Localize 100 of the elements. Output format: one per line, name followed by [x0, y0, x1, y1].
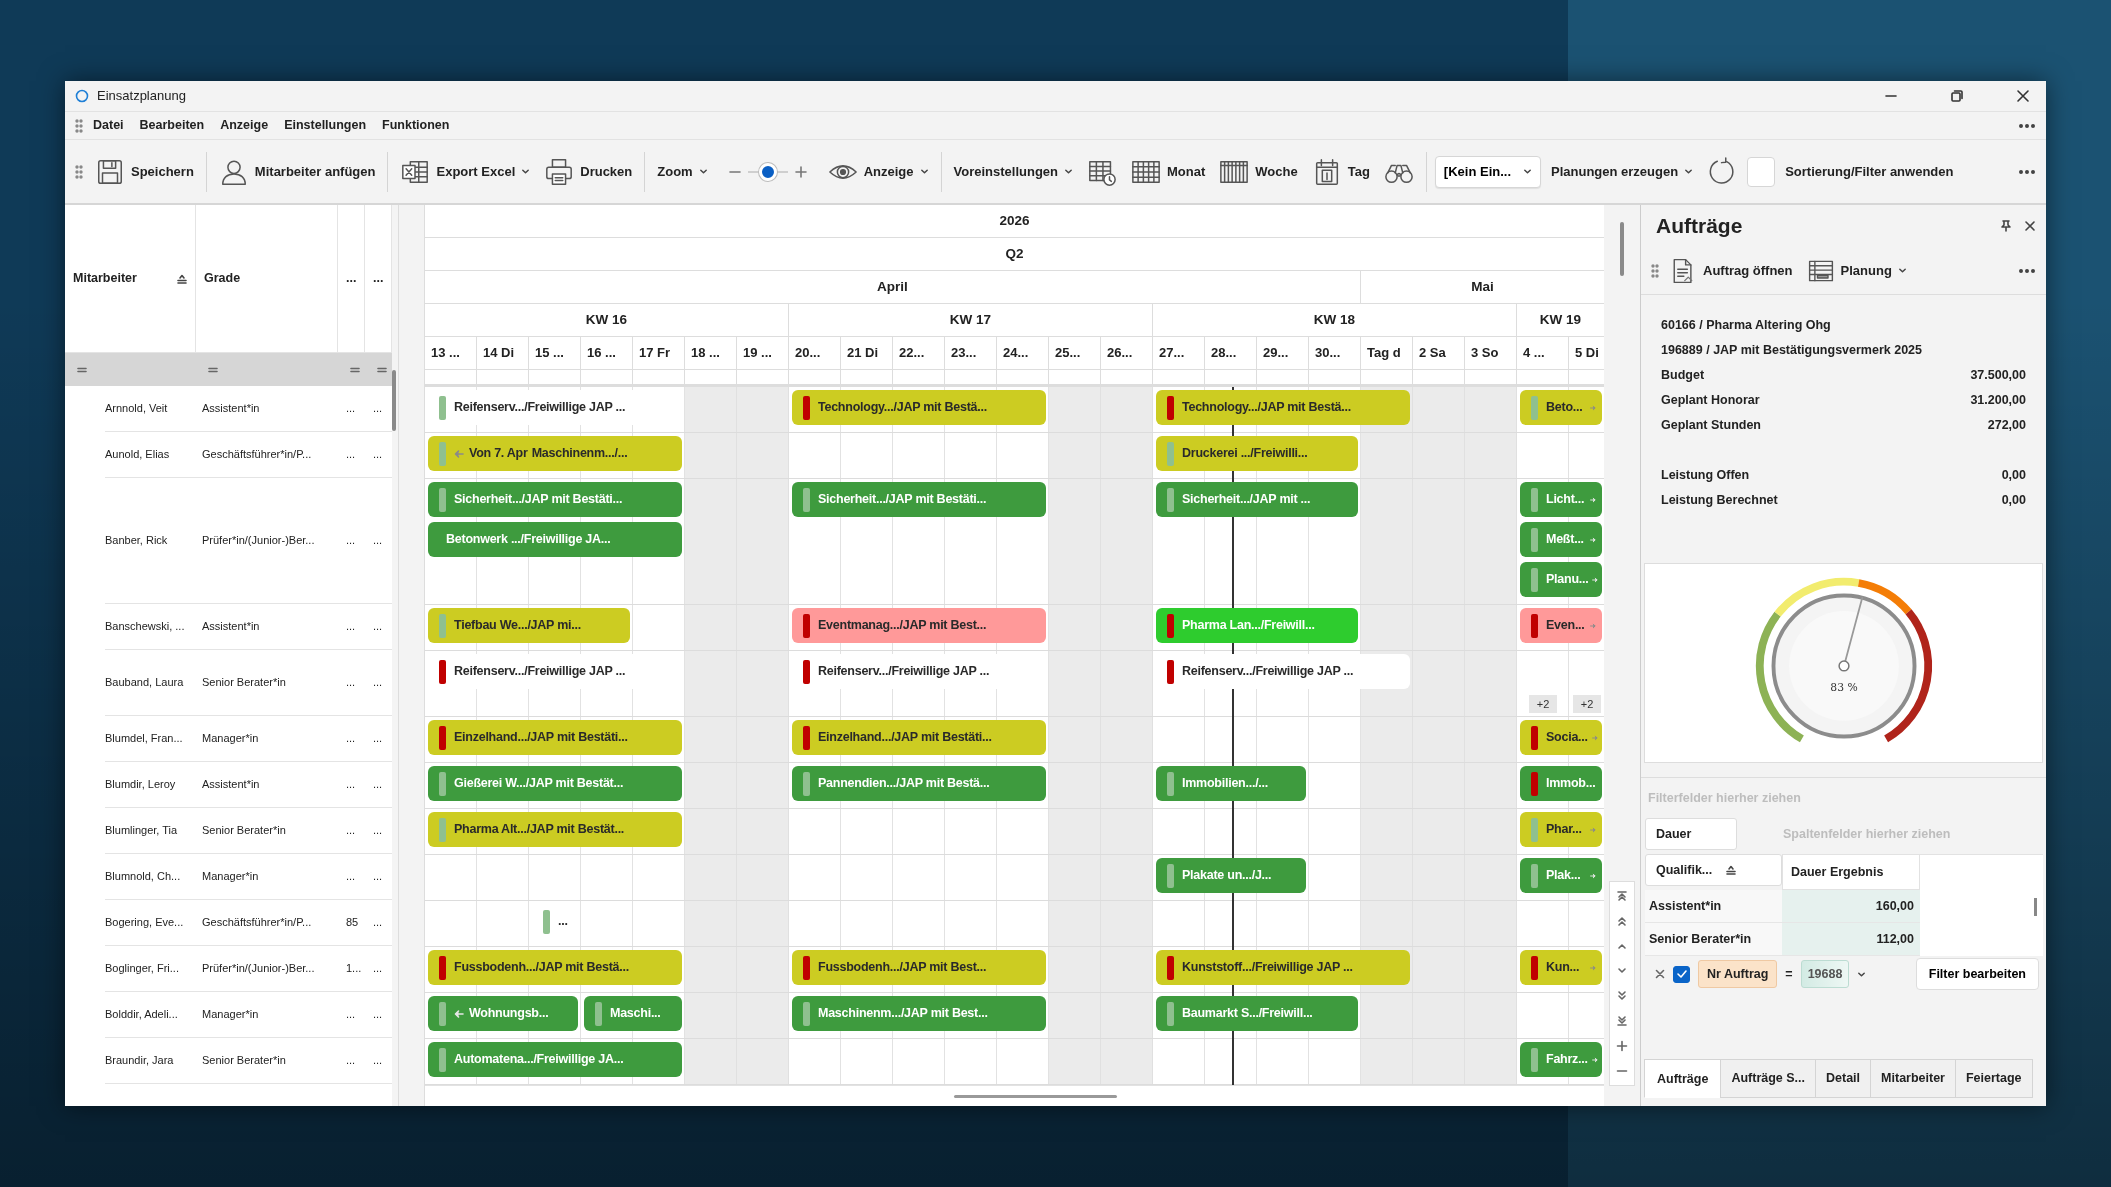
- scrollbar-thumb[interactable]: [954, 1094, 1117, 1098]
- booking-bar[interactable]: Immob...: [1520, 766, 1602, 801]
- booking-bar[interactable]: Kunststoff.../Freiwillige JAP ...: [1156, 950, 1410, 985]
- menu-item[interactable]: Anzeige: [214, 114, 275, 137]
- menu-item[interactable]: Funktionen: [376, 114, 456, 137]
- tab[interactable]: Aufträge S...: [1720, 1059, 1817, 1098]
- filter-operator-icon[interactable]: [208, 365, 218, 374]
- toolbar-button[interactable]: Tag: [1307, 153, 1374, 190]
- more-icon[interactable]: [2018, 267, 2036, 274]
- table-cell-text: ...: [345, 619, 357, 635]
- booking-bar[interactable]: Even...: [1520, 608, 1602, 643]
- close-icon[interactable]: [2016, 89, 2030, 103]
- field-chip[interactable]: Dauer: [1645, 818, 1737, 850]
- scroll-to-bottom-icon[interactable]: [1616, 1015, 1628, 1027]
- booking-bar[interactable]: Tiefbau We.../JAP mi...: [428, 608, 630, 643]
- grip-icon[interactable]: [75, 118, 83, 133]
- scrollbar-thumb[interactable]: [1620, 222, 1624, 276]
- booking-bar[interactable]: Immobilien.../...: [1156, 766, 1306, 801]
- booking-bar[interactable]: Sicherheit.../JAP mit ...: [1156, 482, 1358, 517]
- day-header: 13 ...: [425, 337, 477, 370]
- booking-bar[interactable]: Fussbodenh.../JAP mit Best...: [792, 950, 1046, 985]
- booking-bar[interactable]: Pannendien.../JAP mit Bestä...: [792, 766, 1046, 801]
- toolbar-button[interactable]: Sortierung/Filter anwenden: [1781, 158, 1958, 185]
- more-badge[interactable]: +2: [1572, 694, 1602, 714]
- filter-field-chip[interactable]: Nr Auftrag: [1698, 959, 1778, 989]
- double-chevron-up-icon[interactable]: [1616, 915, 1628, 927]
- tab[interactable]: Feiertage: [1955, 1059, 2033, 1098]
- filter-operator-icon[interactable]: [77, 365, 87, 374]
- booking-bar[interactable]: Sicherheit.../JAP mit Bestäti...: [428, 482, 682, 517]
- dropdown-button[interactable]: Voreinstellungen: [949, 158, 1077, 185]
- window-title: Einsatzplanung: [97, 87, 186, 106]
- booking-bar[interactable]: Einzelhand.../JAP mit Bestäti...: [428, 720, 682, 755]
- booking-bar[interactable]: Baumarkt S.../Freiwill...: [1156, 996, 1358, 1031]
- booking-bar[interactable]: Plakate un.../J...: [1156, 858, 1306, 893]
- booking-bar[interactable]: Plak...: [1520, 858, 1602, 893]
- dropdown-button[interactable]: Export Excel: [396, 153, 535, 190]
- filter-operator: =: [1785, 965, 1793, 983]
- booking-bar[interactable]: Fahrz...: [1520, 1042, 1602, 1077]
- toolbar-button[interactable]: Monat: [1127, 153, 1210, 190]
- filter-value-chip[interactable]: 19688: [1800, 959, 1850, 989]
- week-header: KW 18: [1153, 304, 1517, 337]
- booking-bar[interactable]: Automatena.../Freiwillige JA...: [428, 1042, 682, 1077]
- booking-bar[interactable]: Fussbodenh.../JAP mit Bestä...: [428, 950, 682, 985]
- toolbar-button[interactable]: Speichern: [91, 153, 198, 190]
- double-chevron-down-icon[interactable]: [1616, 990, 1628, 1002]
- close-icon[interactable]: [1655, 969, 1665, 979]
- more-icon[interactable]: [2018, 122, 2036, 129]
- tab[interactable]: Mitarbeiter: [1870, 1059, 1956, 1098]
- booking-bar[interactable]: Sicherheit.../JAP mit Bestäti...: [792, 482, 1046, 517]
- booking-bar[interactable]: Gießerei W.../JAP mit Bestät...: [428, 766, 682, 801]
- booking-bar[interactable]: Einzelhand.../JAP mit Bestäti...: [792, 720, 1046, 755]
- checkbox[interactable]: [1673, 965, 1690, 983]
- booking-bar[interactable]: Druckerei .../Freiwilli...: [1156, 436, 1358, 471]
- booking-bar[interactable]: Licht...: [1520, 482, 1602, 517]
- edit-filter-button[interactable]: Filter bearbeiten: [1915, 957, 2039, 991]
- dropdown-button[interactable]: Planung: [1802, 253, 1911, 288]
- booking-bar[interactable]: Eventmanag.../JAP mit Best...: [792, 608, 1046, 643]
- booking-bar[interactable]: Pharma Alt.../JAP mit Bestät...: [428, 812, 682, 847]
- scroll-to-top-icon[interactable]: [1616, 890, 1628, 902]
- select-field[interactable]: [Kein Ein...: [1434, 155, 1541, 188]
- tab[interactable]: Aufträge: [1644, 1059, 1722, 1098]
- filter-operator-icon[interactable]: [350, 365, 360, 374]
- menu-item[interactable]: Bearbeiten: [133, 114, 211, 137]
- booking-bar[interactable]: Phar...: [1520, 812, 1602, 847]
- more-badge[interactable]: +2: [1528, 694, 1558, 714]
- booking-bar[interactable]: Technology.../JAP mit Bestä...: [792, 390, 1046, 425]
- scrollbar-thumb[interactable]: [392, 370, 396, 431]
- toolbar-button[interactable]: Drucken: [540, 153, 637, 190]
- booking-bar[interactable]: Wohnungsb...: [428, 996, 578, 1031]
- booking-bar[interactable]: Socia...: [1520, 720, 1602, 755]
- grip-icon[interactable]: [75, 164, 83, 179]
- grip-icon[interactable]: [1651, 263, 1659, 278]
- dropdown-button[interactable]: Anzeige: [823, 153, 933, 190]
- booking-bar[interactable]: Beto...: [1520, 390, 1602, 425]
- more-icon[interactable]: [2018, 168, 2036, 175]
- tab[interactable]: Detail: [1815, 1059, 1872, 1098]
- dropdown-button[interactable]: Planungen erzeugen: [1547, 158, 1698, 185]
- toolbar-button[interactable]: Woche: [1215, 153, 1302, 190]
- restore-icon[interactable]: [1950, 89, 1964, 103]
- booking-bar[interactable]: Von 7. Apr Maschinenm.../...: [428, 436, 682, 471]
- menu-item[interactable]: Einstellungen: [278, 114, 373, 137]
- plus-icon[interactable]: [1616, 1040, 1628, 1052]
- field-chip[interactable]: Qualifik...: [1645, 854, 1782, 886]
- close-icon[interactable]: [2024, 220, 2036, 232]
- pin-icon[interactable]: [2000, 220, 2012, 232]
- dropdown-button[interactable]: Zoom: [653, 158, 712, 185]
- filter-operator-icon[interactable]: [377, 365, 387, 374]
- menu-item[interactable]: Datei: [87, 114, 130, 137]
- toolbar-button[interactable]: Mitarbeiter anfügen: [214, 153, 380, 190]
- booking-bar[interactable]: Betonwerk .../Freiwillige JA...: [428, 522, 682, 557]
- toolbar-button[interactable]: Auftrag öffnen: [1665, 253, 1797, 288]
- booking-bar[interactable]: Meßt...: [1520, 522, 1602, 557]
- scrollbar-thumb[interactable]: [2034, 898, 2037, 916]
- slider-thumb[interactable]: [758, 162, 777, 181]
- booking-bar[interactable]: Planu...: [1520, 562, 1602, 597]
- plus-icon[interactable]: [793, 164, 808, 179]
- booking-bar[interactable]: Technology.../JAP mit Bestä...: [1156, 390, 1410, 425]
- booking-bar[interactable]: Maschi...: [584, 996, 682, 1031]
- booking-bar[interactable]: Kun...: [1520, 950, 1602, 985]
- booking-bar[interactable]: Maschinenm.../JAP mit Best...: [792, 996, 1046, 1031]
